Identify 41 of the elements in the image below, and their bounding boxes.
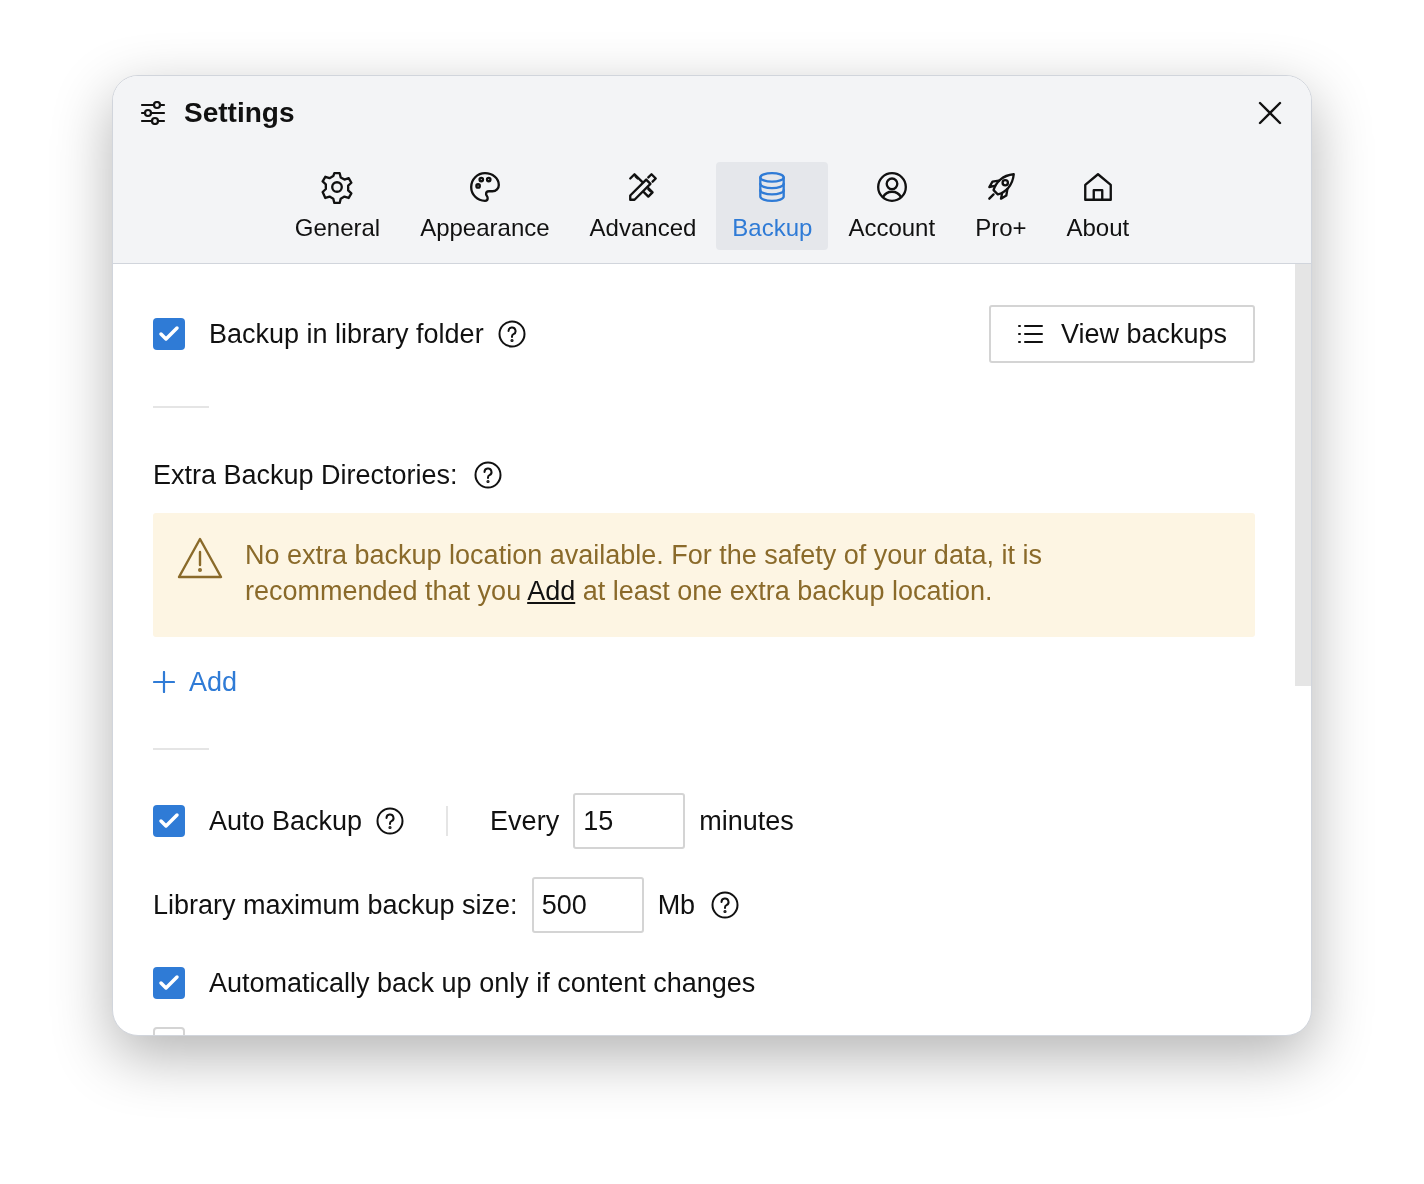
- warning-icon: [177, 537, 223, 579]
- add-link[interactable]: Add: [527, 576, 576, 606]
- size-field[interactable]: 500: [531, 877, 644, 933]
- sliders-icon: [140, 101, 166, 125]
- tab[interactable]: Account: [828, 162, 956, 250]
- check-icon: [158, 812, 180, 830]
- unit-label: minutes: [699, 804, 794, 838]
- tab[interactable]: General: [274, 162, 401, 250]
- user-circle-icon: [874, 170, 909, 204]
- close-icon: [1258, 101, 1282, 125]
- check-icon: [158, 325, 180, 343]
- checkbox[interactable]: [153, 318, 185, 350]
- option-label: Auto Backup: [209, 804, 363, 838]
- tab[interactable]: Pro+: [955, 162, 1047, 250]
- checkbox[interactable]: [153, 967, 185, 999]
- unit-label: Mb: [657, 888, 696, 922]
- gear-icon: [320, 170, 355, 204]
- palette-icon: [467, 170, 502, 204]
- option-label: Automatically back up only if content changes: [209, 966, 756, 1000]
- help-icon[interactable]: [473, 461, 502, 489]
- window-title: Settings: [184, 96, 295, 130]
- scrollbar-thumb[interactable]: [1295, 264, 1311, 686]
- help-icon[interactable]: [376, 807, 405, 835]
- tab[interactable]: Advanced: [569, 162, 717, 250]
- checkbox[interactable]: [153, 805, 185, 837]
- close-button[interactable]: [1257, 100, 1283, 126]
- help-icon[interactable]: [497, 320, 526, 348]
- interval-field[interactable]: 15: [573, 793, 686, 849]
- tab[interactable]: About: [1046, 162, 1150, 250]
- option-label: Library maximum backup size:: [153, 888, 518, 922]
- warning-message: No extra backup location available. For the safety of your data, it is recommended that you Add at least one extra backup location.: [245, 539, 1043, 608]
- tab[interactable]: Appearance: [400, 162, 570, 250]
- option-label: Backup in library folder: [209, 317, 484, 351]
- help-icon[interactable]: [711, 891, 740, 919]
- interval-label: Every: [490, 804, 560, 838]
- check-icon: [158, 974, 180, 992]
- plus-icon: [153, 671, 175, 693]
- add-button[interactable]: Add: [153, 664, 238, 700]
- list-icon: [1016, 323, 1043, 345]
- section-label: Extra Backup Directories:: [153, 458, 458, 492]
- view-backups-button[interactable]: View backups: [988, 305, 1255, 363]
